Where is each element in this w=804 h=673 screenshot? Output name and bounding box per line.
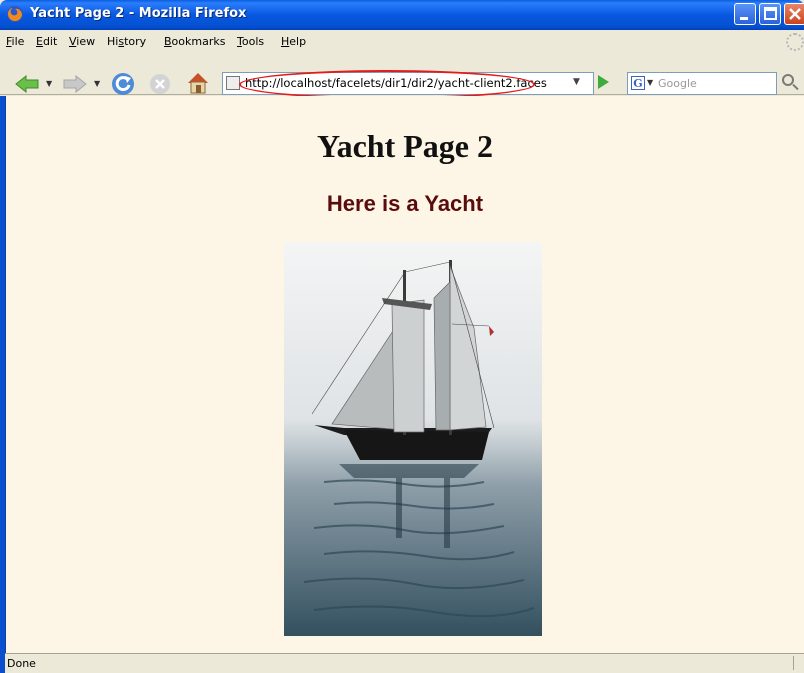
maximize-icon bbox=[764, 7, 777, 20]
reload-icon[interactable] bbox=[110, 71, 136, 97]
menu-bar: File Edit View History Bookmarks Tools H… bbox=[0, 30, 804, 54]
yacht-photo bbox=[284, 242, 542, 636]
page-favicon-icon bbox=[226, 76, 240, 90]
engine-dropdown-icon[interactable]: ▼ bbox=[647, 78, 653, 87]
forward-history-dropdown-icon[interactable]: ▼ bbox=[94, 79, 100, 88]
minimize-icon bbox=[740, 17, 748, 20]
go-arrow-icon[interactable] bbox=[598, 75, 609, 89]
page-title: Yacht Page 2 bbox=[317, 128, 493, 164]
minimize-button[interactable] bbox=[734, 3, 756, 25]
status-divider bbox=[793, 656, 794, 670]
menu-help[interactable]: Help bbox=[281, 35, 306, 48]
url-bar[interactable]: http://localhost/facelets/dir1/dir2/yach… bbox=[222, 72, 594, 95]
menu-history[interactable]: History bbox=[107, 35, 146, 48]
status-text: Done bbox=[7, 657, 36, 670]
menu-view[interactable]: View bbox=[69, 35, 95, 48]
status-bar: Done bbox=[5, 653, 804, 673]
back-history-dropdown-icon[interactable]: ▼ bbox=[46, 79, 52, 88]
menu-edit[interactable]: Edit bbox=[36, 35, 57, 48]
menu-tools[interactable]: Tools bbox=[237, 35, 264, 48]
close-button[interactable] bbox=[784, 3, 804, 25]
page-viewport: Yacht Page 2 Here is a Yacht bbox=[5, 96, 804, 653]
close-icon bbox=[789, 8, 801, 20]
menu-bookmarks[interactable]: Bookmarks bbox=[164, 35, 225, 48]
page-subheading: Here is a Yacht bbox=[326, 191, 484, 216]
search-input[interactable] bbox=[658, 74, 773, 92]
menu-file[interactable]: File bbox=[6, 35, 24, 48]
forward-arrow-icon[interactable] bbox=[62, 74, 88, 94]
window-titlebar[interactable]: Yacht Page 2 - Mozilla Firefox bbox=[0, 0, 804, 30]
url-text[interactable]: http://localhost/facelets/dir1/dir2/yach… bbox=[245, 76, 547, 90]
firefox-icon bbox=[7, 6, 23, 22]
search-bar: G ▼ bbox=[627, 72, 777, 95]
stop-icon[interactable] bbox=[148, 72, 172, 96]
back-arrow-icon[interactable] bbox=[14, 74, 40, 94]
google-engine-icon[interactable]: G bbox=[631, 76, 645, 90]
window-title: Yacht Page 2 - Mozilla Firefox bbox=[30, 6, 247, 21]
home-icon[interactable] bbox=[185, 70, 211, 96]
activity-throbber-icon bbox=[786, 33, 804, 51]
maximize-button[interactable] bbox=[759, 3, 781, 25]
url-history-dropdown-icon[interactable]: ▼ bbox=[573, 77, 580, 87]
